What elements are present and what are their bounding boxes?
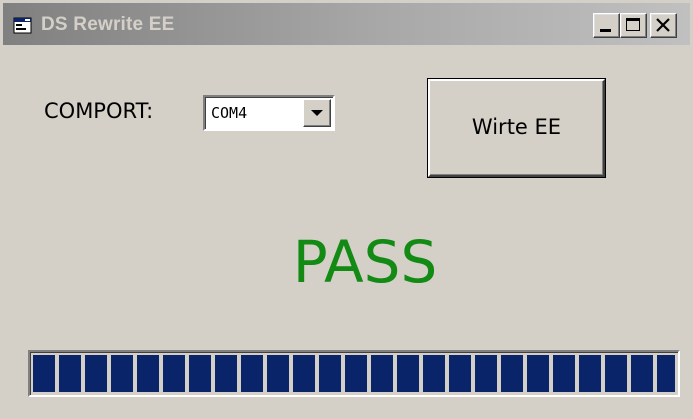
progress-block bbox=[293, 355, 315, 392]
close-icon bbox=[656, 18, 670, 32]
progress-bar bbox=[28, 350, 680, 397]
progress-block bbox=[267, 355, 289, 392]
close-button[interactable] bbox=[650, 13, 677, 38]
minimize-icon bbox=[600, 29, 611, 32]
progress-block bbox=[59, 355, 81, 392]
comport-dropdown-button[interactable] bbox=[303, 99, 331, 127]
maximize-button[interactable] bbox=[620, 13, 647, 38]
minimize-button[interactable] bbox=[593, 13, 620, 38]
progress-block bbox=[657, 355, 675, 392]
progress-block bbox=[215, 355, 237, 392]
comport-select[interactable]: COM4 bbox=[203, 95, 335, 131]
progress-block bbox=[319, 355, 341, 392]
progress-block bbox=[85, 355, 107, 392]
progress-block bbox=[137, 355, 159, 392]
progress-block bbox=[111, 355, 133, 392]
title-bar[interactable]: DS Rewrite EE bbox=[3, 3, 690, 45]
maximize-icon bbox=[626, 18, 640, 31]
progress-block bbox=[423, 355, 445, 392]
main-window: DS Rewrite EE COMPORT: COM4 Wirte EE PAS… bbox=[0, 0, 693, 419]
progress-block bbox=[553, 355, 575, 392]
progress-track bbox=[33, 355, 675, 392]
status-text: PASS bbox=[292, 228, 438, 296]
progress-block bbox=[605, 355, 627, 392]
window-title: DS Rewrite EE bbox=[41, 14, 175, 35]
progress-block bbox=[579, 355, 601, 392]
progress-block bbox=[241, 355, 263, 392]
progress-block bbox=[371, 355, 393, 392]
chevron-down-icon bbox=[311, 110, 323, 116]
comport-selected-value[interactable]: COM4 bbox=[211, 104, 247, 122]
progress-block bbox=[501, 355, 523, 392]
progress-block bbox=[345, 355, 367, 392]
progress-block bbox=[189, 355, 211, 392]
progress-block bbox=[631, 355, 653, 392]
write-ee-button-label: Wirte EE bbox=[471, 115, 562, 139]
app-window-icon[interactable] bbox=[13, 17, 32, 34]
progress-fill bbox=[33, 355, 675, 392]
progress-block bbox=[163, 355, 185, 392]
progress-block bbox=[475, 355, 497, 392]
progress-block bbox=[527, 355, 549, 392]
progress-block bbox=[449, 355, 471, 392]
comport-label: COMPORT: bbox=[44, 99, 154, 123]
write-ee-button[interactable]: Wirte EE bbox=[428, 79, 605, 177]
progress-block bbox=[397, 355, 419, 392]
progress-block bbox=[33, 355, 55, 392]
